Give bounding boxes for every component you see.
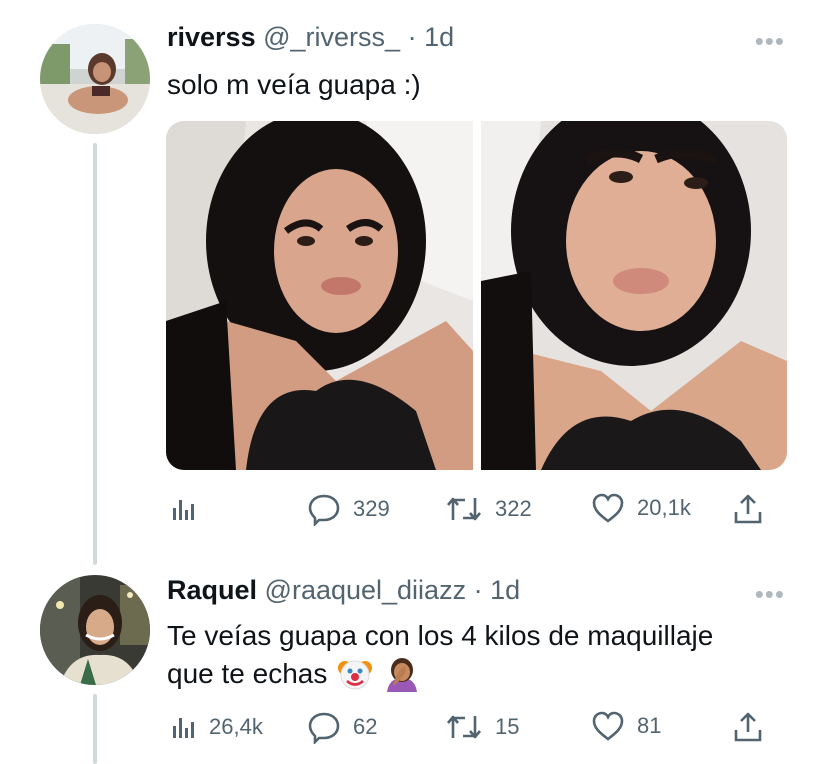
retweet-arrows-icon <box>447 715 481 739</box>
tweet-actions: 329 322 20,1k <box>167 490 767 530</box>
bar-chart-icon <box>173 500 194 520</box>
speech-bubble-icon <box>308 494 340 526</box>
retweet-count: 15 <box>495 714 520 739</box>
reply-button[interactable]: 329 <box>307 492 390 526</box>
tweet-riverss[interactable]: riverss @_riverss_ · 1d ••• solo m veía … <box>0 0 827 565</box>
thread-connector-line <box>93 143 97 565</box>
like-count: 81 <box>637 713 662 738</box>
views-button[interactable] <box>171 496 197 522</box>
reply-text-line-2-label: que te echas <box>167 658 328 689</box>
display-name[interactable]: riverss <box>167 22 256 52</box>
reply-actions: 26,4k 62 15 81 <box>167 710 767 750</box>
avatar-raquel[interactable] <box>40 575 150 685</box>
retweet-arrows-icon <box>447 497 481 521</box>
tweet-photo-2[interactable] <box>480 121 788 470</box>
reply-text-line-2: que te echas <box>167 655 713 693</box>
share-button[interactable] <box>733 492 763 526</box>
like-count: 20,1k <box>637 495 691 520</box>
user-handle[interactable]: @_riverss_ <box>263 22 400 52</box>
tweet-media-grid <box>166 121 787 470</box>
speech-bubble-icon <box>308 712 340 744</box>
tweet-photo-1[interactable] <box>166 121 473 470</box>
tweet-header: Raquel @raaquel_diiazz · 1d <box>167 575 520 606</box>
share-upload-icon <box>734 712 762 742</box>
views-count: 26,4k <box>209 714 263 739</box>
more-options-button[interactable]: ••• <box>755 26 785 57</box>
reply-count: 62 <box>353 714 378 739</box>
views-button[interactable]: 26,4k <box>171 714 263 740</box>
heart-icon <box>592 493 624 523</box>
tweet-raquel[interactable]: Raquel @raaquel_diiazz · 1d ••• Te veías… <box>0 560 827 764</box>
reply-button[interactable]: 62 <box>307 710 377 744</box>
retweet-button[interactable]: 15 <box>445 710 519 744</box>
clown-face-emoji-icon <box>338 660 373 690</box>
like-button[interactable]: 81 <box>591 710 661 742</box>
share-upload-icon <box>734 494 762 524</box>
avatar-riverss[interactable] <box>40 24 150 134</box>
reply-text-line-1: Te veías guapa con los 4 kilos de maquil… <box>167 620 714 651</box>
thread-connector-line-2 <box>93 694 97 764</box>
tweet-header: riverss @_riverss_ · 1d <box>167 22 454 53</box>
timestamp[interactable]: · 1d <box>408 22 455 52</box>
more-options-button[interactable]: ••• <box>755 579 785 610</box>
user-handle[interactable]: @raaquel_diiazz <box>265 575 467 605</box>
display-name[interactable]: Raquel <box>167 575 257 605</box>
bar-chart-icon <box>173 718 194 738</box>
timestamp[interactable]: · 1d <box>474 575 521 605</box>
reply-text: Te veías guapa con los 4 kilos de maquil… <box>167 617 713 693</box>
tweet-text: solo m veía guapa :) <box>167 69 421 100</box>
retweet-count: 322 <box>495 496 532 521</box>
reply-count: 329 <box>353 496 390 521</box>
share-button[interactable] <box>733 710 763 744</box>
like-button[interactable]: 20,1k <box>591 492 691 524</box>
facepalm-emoji-icon <box>387 658 418 692</box>
retweet-button[interactable]: 322 <box>445 492 532 526</box>
heart-icon <box>592 711 624 741</box>
